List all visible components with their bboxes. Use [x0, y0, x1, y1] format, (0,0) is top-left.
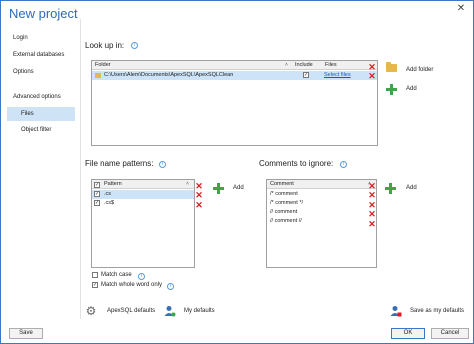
- column-header-comment[interactable]: Comment: [267, 180, 376, 189]
- look-up-in-label: Look up in:: [85, 41, 125, 50]
- delete-icon[interactable]: ✕: [368, 210, 376, 219]
- info-icon[interactable]: i: [167, 283, 174, 290]
- sidebar-item-advanced-options[interactable]: Advanced options: [13, 94, 61, 100]
- select-all-checkbox[interactable]: ✓: [94, 182, 100, 188]
- include-checkbox[interactable]: ✓: [303, 72, 309, 78]
- add-pattern-label[interactable]: Add: [233, 185, 244, 191]
- add-comment-label[interactable]: Add: [406, 185, 417, 191]
- new-project-window: New project ✕ Login External databases O…: [0, 0, 474, 344]
- comments-grid[interactable]: Comment ˄ /* comment /* comment */ // co…: [266, 179, 377, 268]
- delete-icon[interactable]: ✕: [195, 201, 203, 210]
- row-checkbox[interactable]: ✓: [94, 200, 100, 206]
- row-checkbox[interactable]: ✓: [94, 191, 100, 197]
- info-icon[interactable]: i: [138, 273, 145, 280]
- pattern-grid[interactable]: Pattern ✓ ˄ ✓ .cs ✓ .cs$: [91, 179, 195, 268]
- sidebar-item-login[interactable]: Login: [13, 35, 28, 41]
- table-row[interactable]: C:\Users\Alem\Documents\ApexSQL\ApexSQLC…: [92, 71, 377, 80]
- delete-icon[interactable]: ✕: [368, 191, 376, 200]
- column-header-pattern[interactable]: Pattern: [92, 180, 194, 189]
- save-defaults-icon[interactable]: [390, 305, 402, 317]
- delete-icon[interactable]: ✕: [195, 182, 203, 191]
- info-icon[interactable]: i: [159, 161, 166, 168]
- file-name-patterns-label: File name patterns:: [85, 159, 154, 168]
- add-icon[interactable]: [385, 183, 396, 194]
- sidebar-item-external-databases[interactable]: External databases: [13, 52, 64, 58]
- pattern-value: .cs$: [104, 200, 115, 206]
- delete-icon[interactable]: ✕: [368, 201, 376, 210]
- delete-icon[interactable]: ✕: [368, 220, 376, 229]
- comments-to-ignore-label: Comments to ignore:: [259, 159, 334, 168]
- info-icon[interactable]: i: [340, 161, 347, 168]
- match-case-checkbox[interactable]: [92, 272, 98, 278]
- column-header-folder[interactable]: Folder: [92, 61, 292, 70]
- cancel-button[interactable]: Cancel: [431, 328, 469, 339]
- chevron-up-icon[interactable]: ˄: [285, 63, 290, 68]
- sidebar-item-files[interactable]: Files: [7, 107, 75, 121]
- sidebar-divider: [80, 19, 81, 319]
- match-whole-word-checkbox[interactable]: ✓: [92, 282, 98, 288]
- add-icon[interactable]: [213, 183, 224, 194]
- sidebar-item-object-filter[interactable]: Object filter: [21, 127, 51, 133]
- delete-icon[interactable]: ✕: [368, 63, 376, 72]
- apexsql-defaults-label[interactable]: ApexSQL defaults: [107, 308, 155, 314]
- comment-value[interactable]: // comment //: [270, 217, 302, 226]
- table-row[interactable]: ✓ .cs$: [92, 199, 194, 208]
- sidebar-item-label: Files: [21, 111, 34, 117]
- window-title: New project: [9, 6, 78, 21]
- add-icon[interactable]: [386, 84, 397, 95]
- table-row[interactable]: ✓ .cs: [92, 190, 194, 199]
- folder-path: C:\Users\Alem\Documents\ApexSQL\ApexSQLC…: [104, 72, 234, 78]
- comment-value[interactable]: /* comment: [270, 190, 298, 199]
- user-icon[interactable]: [164, 305, 176, 317]
- pattern-value: .cs: [104, 191, 112, 197]
- comment-value[interactable]: /* comment */: [270, 199, 303, 208]
- info-icon[interactable]: i: [131, 42, 138, 49]
- column-header-include[interactable]: Include: [292, 61, 322, 70]
- folder-icon: [95, 73, 101, 78]
- delete-icon[interactable]: ✕: [195, 191, 203, 200]
- folder-grid[interactable]: Folder Include Files ˄ C:\Users\Alem\Doc…: [91, 60, 378, 146]
- comment-value[interactable]: // comment: [270, 208, 297, 217]
- match-whole-word-label[interactable]: Match whole word only: [101, 282, 162, 288]
- ok-button[interactable]: OK: [391, 328, 425, 339]
- gears-icon[interactable]: ⚙: [85, 305, 97, 317]
- sidebar-item-options[interactable]: Options: [13, 69, 34, 75]
- match-case-label[interactable]: Match case: [101, 272, 132, 278]
- save-button[interactable]: Save: [9, 328, 43, 339]
- save-as-my-defaults-label[interactable]: Save as my defaults: [410, 308, 464, 314]
- select-files-link[interactable]: Select files: [324, 71, 351, 80]
- delete-icon[interactable]: ✕: [368, 72, 376, 81]
- delete-icon[interactable]: ✕: [368, 182, 376, 191]
- add-folder-label[interactable]: Add folder: [406, 67, 433, 73]
- close-icon[interactable]: ✕: [455, 3, 467, 15]
- add-label[interactable]: Add: [406, 86, 417, 92]
- add-folder-icon[interactable]: [386, 62, 397, 72]
- my-defaults-label[interactable]: My defaults: [184, 308, 215, 314]
- chevron-up-icon[interactable]: ˄: [186, 182, 189, 187]
